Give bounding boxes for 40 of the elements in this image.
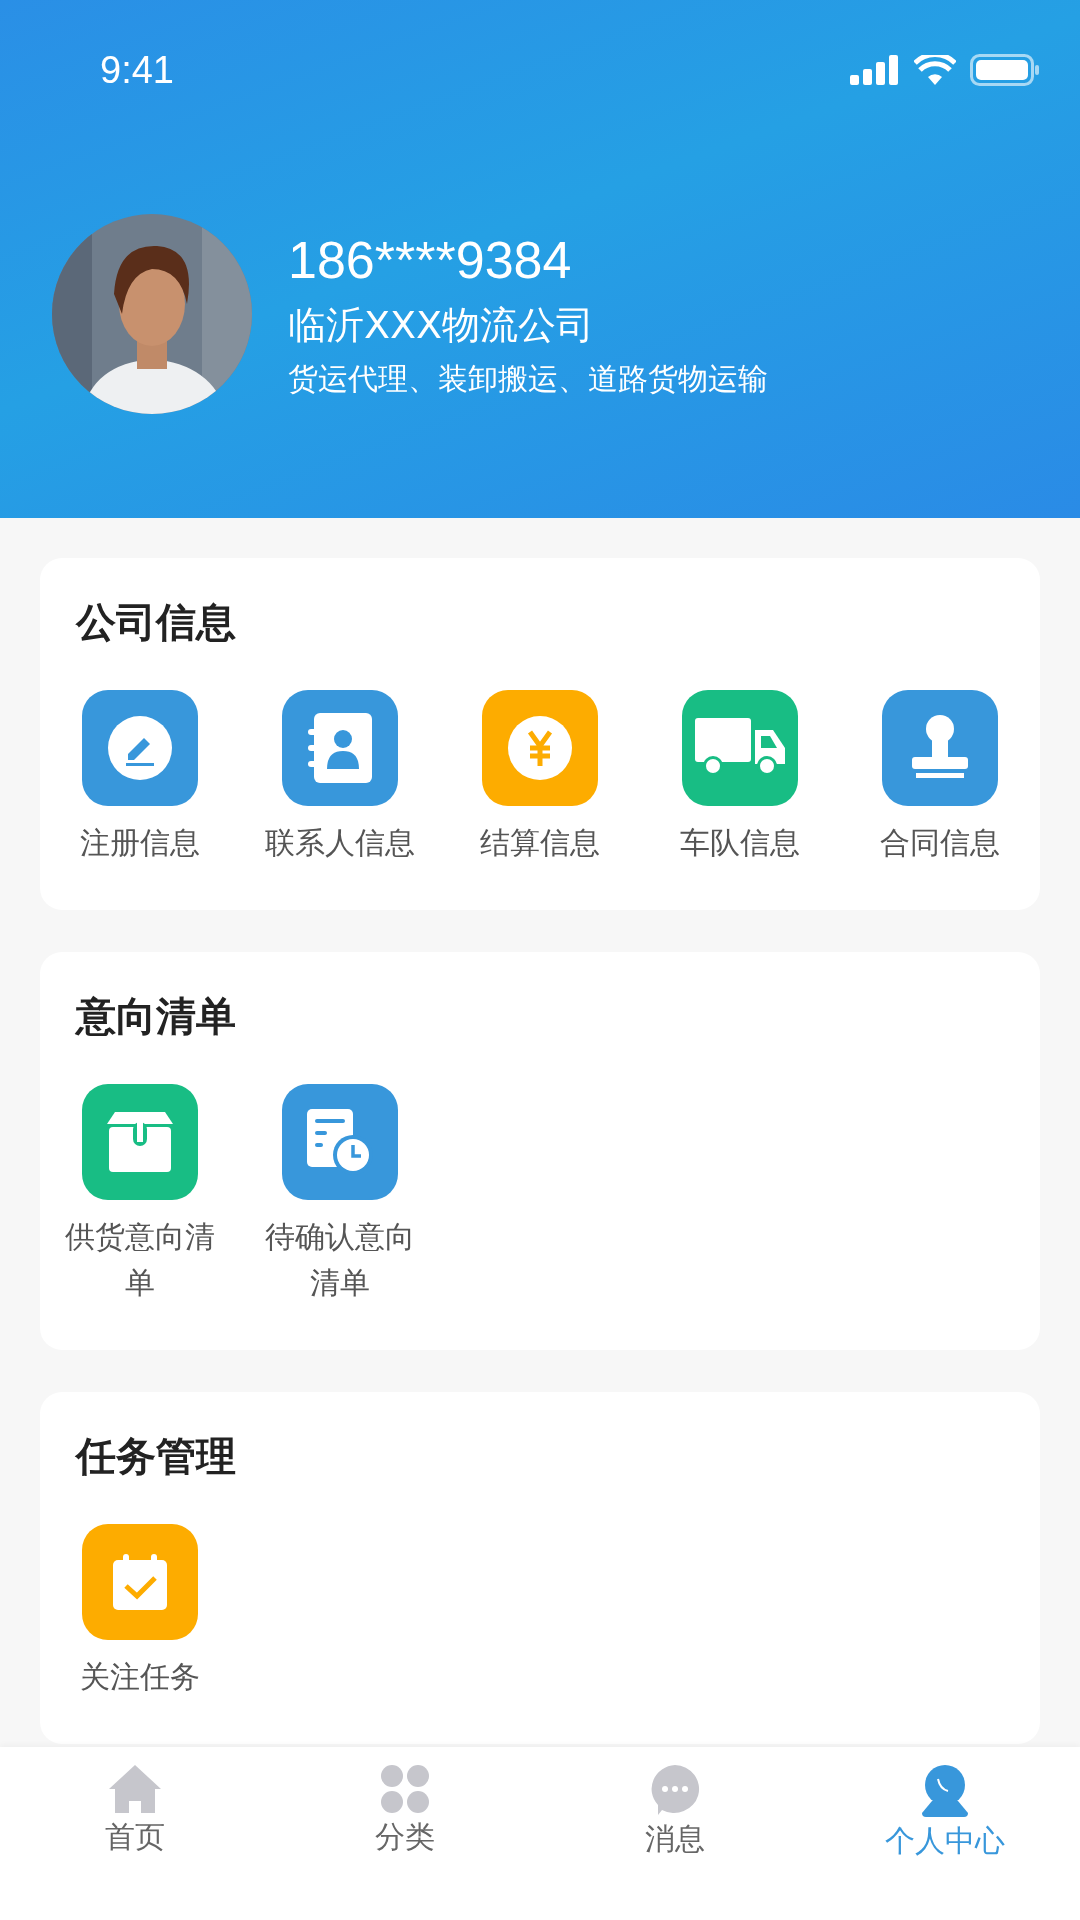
pencil-icon xyxy=(108,716,172,780)
tab[interactable]: 首页 xyxy=(0,1747,270,1920)
tab[interactable]: 分类 xyxy=(270,1747,540,1920)
box-icon xyxy=(107,1112,173,1172)
menu-tile[interactable] xyxy=(682,690,798,806)
menu-label: 注册信息 xyxy=(79,824,201,862)
menu-tile[interactable] xyxy=(82,1084,198,1200)
menu-label: 合同信息 xyxy=(879,824,1001,862)
menu-label: 供货意向清单 xyxy=(64,1218,216,1302)
menu-label: 联系人信息 xyxy=(264,824,416,862)
battery-icon xyxy=(970,54,1040,86)
yen-coin-icon xyxy=(508,716,572,780)
menu-tile[interactable] xyxy=(82,690,198,806)
status-time: 9:41 xyxy=(100,48,174,92)
four-petal-grid-icon xyxy=(381,1765,429,1813)
menu-tile[interactable] xyxy=(282,690,398,806)
business-scope: 货运代理、装卸搬运、道路货物运输 xyxy=(288,360,768,398)
menu-label: 结算信息 xyxy=(479,824,601,862)
contact-book-icon xyxy=(308,713,372,783)
tab[interactable]: 个人中心 xyxy=(810,1747,1080,1920)
signal-icon xyxy=(850,55,900,85)
stamp-icon xyxy=(912,715,968,781)
wifi-icon xyxy=(914,55,956,85)
section-title: 意向清单 xyxy=(74,992,237,1040)
phone-number: 186****9384 xyxy=(288,230,573,291)
company-name: 临沂XXX物流公司 xyxy=(288,302,596,349)
menu-label: 车队信息 xyxy=(679,824,801,862)
menu-tile[interactable] xyxy=(82,1524,198,1640)
menu-label: 待确认意向清单 xyxy=(264,1218,416,1302)
menu-tile[interactable] xyxy=(882,690,998,806)
person-icon xyxy=(922,1765,968,1817)
menu-tile[interactable] xyxy=(282,1084,398,1200)
chat-bubble-icon xyxy=(650,1765,700,1815)
home-icon xyxy=(109,1765,161,1813)
calendar-check-icon xyxy=(113,1554,167,1610)
section-title: 任务管理 xyxy=(74,1432,237,1480)
menu-label: 关注任务 xyxy=(79,1658,201,1696)
menu-tile[interactable] xyxy=(482,690,598,806)
tab[interactable]: 消息 xyxy=(540,1747,810,1920)
section-title: 公司信息 xyxy=(74,598,237,646)
